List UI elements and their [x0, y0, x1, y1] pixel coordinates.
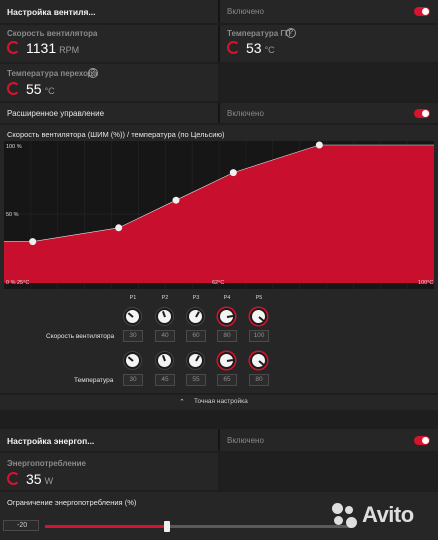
junction-row: Температура перехода ? 55 °C	[0, 64, 218, 101]
point-label-2: P2	[161, 295, 169, 301]
curve-point-handle[interactable]	[172, 196, 180, 204]
y-tick-0: 0 %	[6, 280, 16, 286]
x-tick-mid: 62°C	[212, 280, 225, 286]
divider	[218, 103, 220, 123]
point-label-4: P4	[223, 295, 231, 301]
fan-speed-knob-2[interactable]	[156, 308, 173, 325]
temperature-input-4[interactable]: 65	[217, 374, 237, 386]
point-label-3: P3	[192, 295, 200, 301]
divider	[218, 429, 220, 451]
power-settings-label: Настройка энергоп...	[7, 436, 95, 446]
avito-watermark: Avito	[362, 502, 414, 527]
temperature-input-5[interactable]: 80	[249, 374, 269, 386]
point-label-5: P5	[255, 295, 263, 301]
power-settings-status: Включено	[227, 436, 264, 445]
fan-curve-chart[interactable]	[4, 141, 434, 289]
junction-temp-label: Температура перехода	[7, 69, 98, 78]
fan-settings-toggle[interactable]	[414, 7, 430, 16]
fan-speed-unit: RPM	[59, 45, 80, 55]
fan-speed-knob-3[interactable]	[187, 308, 204, 325]
power-limit-slider-thumb[interactable]	[164, 521, 171, 532]
junction-temp-unit: °C	[44, 86, 55, 96]
junction-temp-gauge-icon	[7, 82, 20, 95]
fan-speed-gauge-icon	[7, 41, 20, 54]
power-consumption-value: 35	[26, 471, 42, 487]
divider	[218, 0, 220, 23]
temperature-input-2[interactable]: 45	[155, 374, 175, 386]
power-limit-slider-fill	[45, 525, 168, 528]
temperature-knob-1[interactable]	[124, 352, 141, 369]
power-gauge-icon	[7, 472, 20, 485]
fan-speed-knob-1[interactable]	[124, 308, 141, 325]
gpu-temp-value: 53	[246, 40, 262, 56]
fine-tune-bar[interactable]: ⌃ Точная настройка	[0, 395, 438, 410]
gpu-temp-gauge-icon	[227, 41, 240, 54]
chart-title: Скорость вентилятора (ШИМ (%)) / темпера…	[7, 130, 225, 139]
help-icon[interactable]: ?	[88, 68, 98, 78]
temperature-input-1[interactable]: 30	[123, 374, 143, 386]
fan-speed-knob-4[interactable]	[218, 308, 235, 325]
power-consumption-unit: W	[44, 476, 54, 486]
gpu-temp-unit: °C	[264, 45, 275, 55]
empty-cell	[220, 64, 438, 101]
avito-logo-icon	[332, 503, 358, 529]
power-consumption-label: Энергопотребление	[7, 459, 87, 468]
power-consumption-row: Энергопотребление 35 W	[0, 453, 218, 490]
temperature-knob-5[interactable]	[250, 352, 267, 369]
fan-speed-value: 1131	[26, 40, 57, 56]
empty-cell	[220, 453, 438, 490]
fine-tune-label[interactable]: Точная настройка	[194, 398, 248, 405]
fan-speed-input-4[interactable]: 80	[217, 330, 237, 342]
advanced-control-status: Включено	[227, 109, 264, 118]
fan-speed-input-2[interactable]: 40	[155, 330, 175, 342]
fan-speed-input-5[interactable]: 100	[249, 330, 269, 342]
chevron-up-icon[interactable]: ⌃	[179, 398, 185, 406]
y-tick-50: 50 %	[6, 212, 19, 218]
y-tick-100: 100 %	[6, 144, 22, 150]
advanced-control-toggle[interactable]	[414, 109, 430, 118]
fan-speed-input-1[interactable]: 30	[123, 330, 143, 342]
temperature-input-3[interactable]: 55	[186, 374, 206, 386]
temperature-knob-4[interactable]	[218, 352, 235, 369]
temperature-knob-3[interactable]	[187, 352, 204, 369]
temperature-knob-2[interactable]	[156, 352, 173, 369]
fan-settings-label: Настройка вентиля...	[7, 7, 96, 17]
temperature-row-label: Температура	[74, 377, 114, 384]
fan-speed-label: Скорость вентилятора	[7, 29, 98, 38]
fan-speed-row-label: Скорость вентилятора	[46, 333, 115, 340]
power-limit-label: Ограничение энергопотребления (%)	[7, 498, 137, 507]
gpu-temp-label: Температура ГП	[227, 29, 291, 38]
help-icon[interactable]: ?	[286, 28, 296, 38]
gpu-temp-readout: 53 °C	[246, 40, 275, 56]
curve-point-handle[interactable]	[115, 224, 123, 232]
curve-point-handle[interactable]	[29, 238, 37, 246]
x-tick-max: 100°C	[418, 280, 434, 286]
point-label-1: P1	[129, 295, 137, 301]
power-settings-toggle[interactable]	[414, 436, 430, 445]
junction-temp-readout: 55 °C	[26, 81, 55, 97]
fan-speed-readout: 1131 RPM	[26, 40, 79, 56]
power-consumption-readout: 35 W	[26, 471, 53, 487]
curve-point-handle[interactable]	[229, 169, 237, 177]
x-tick-min: 25°C	[17, 280, 30, 286]
advanced-control-label: Расширенное управление	[7, 109, 105, 118]
junction-temp-value: 55	[26, 81, 42, 97]
curve-point-handle[interactable]	[315, 141, 323, 149]
fan-speed-knob-5[interactable]	[250, 308, 267, 325]
fan-settings-status: Включено	[227, 7, 264, 16]
power-limit-input[interactable]: -20	[3, 520, 39, 531]
divider	[218, 25, 220, 62]
fan-speed-input-3[interactable]: 60	[186, 330, 206, 342]
